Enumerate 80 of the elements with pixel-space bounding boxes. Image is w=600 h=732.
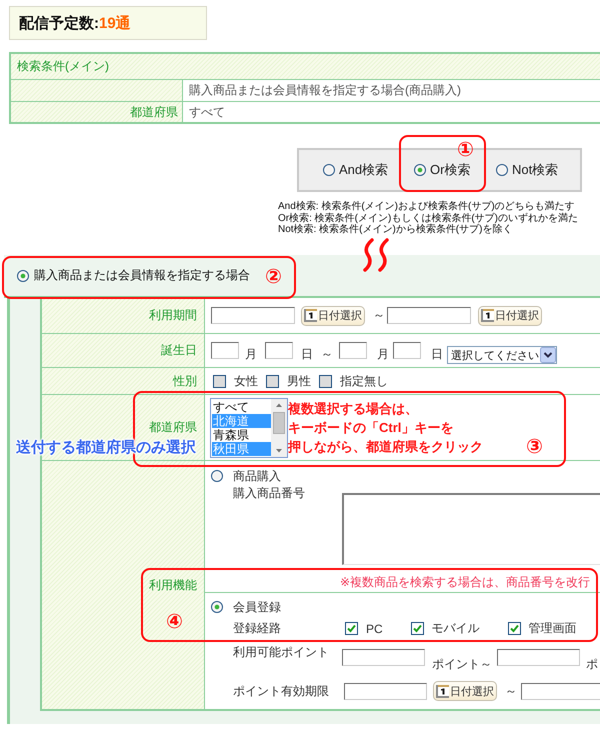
annotation-number: ③ bbox=[526, 436, 543, 458]
field-label: 利用可能ポイント bbox=[233, 645, 329, 659]
range-separator: ～ bbox=[373, 307, 385, 324]
unit-label: 月 bbox=[377, 347, 389, 361]
checkbox-label: PC bbox=[366, 622, 383, 636]
range-separator: ～ bbox=[480, 657, 492, 671]
annotation-number: ① bbox=[457, 139, 474, 161]
mode-description: Not検索: 検索条件(メイン)から検索条件(サブ)を除く bbox=[278, 224, 512, 236]
annotation-number: ④ bbox=[166, 611, 183, 633]
range-separator: ～ bbox=[321, 347, 333, 361]
checkbox[interactable] bbox=[266, 374, 279, 388]
radio-button[interactable] bbox=[414, 164, 426, 176]
points-input[interactable] bbox=[342, 649, 425, 666]
row-label: 誕生日 bbox=[42, 334, 205, 368]
dropdown-select[interactable]: 選択してください bbox=[447, 346, 557, 364]
checkbox[interactable] bbox=[508, 622, 521, 635]
count-value: 19通 bbox=[99, 14, 131, 32]
row-label: 利用期間 bbox=[42, 298, 205, 334]
month-input[interactable] bbox=[211, 342, 239, 359]
radio-label: 会員登録 bbox=[233, 598, 281, 616]
field-label: 購入商品番号 bbox=[233, 486, 305, 500]
radio-label: And検索 bbox=[339, 161, 388, 179]
day-input[interactable] bbox=[265, 342, 293, 359]
calendar-icon bbox=[481, 309, 494, 322]
section-option-label: 購入商品または会員情報を指定する場合 bbox=[34, 267, 250, 284]
date-picker-button[interactable]: 日付選択 bbox=[301, 306, 365, 326]
row-label: 性別 bbox=[42, 368, 205, 395]
mode-description: And検索: 検索条件(メイン)および検索条件(サブ)のどちらも満たす bbox=[278, 201, 575, 212]
wavy-lines-icon bbox=[360, 238, 392, 272]
checkbox-label: 男性 bbox=[287, 372, 311, 390]
radio-button[interactable] bbox=[17, 270, 29, 282]
field-label: ポイント有効期限 bbox=[233, 684, 329, 698]
points-input[interactable] bbox=[497, 649, 580, 666]
table-cell-text: すべて bbox=[188, 104, 226, 120]
table-cell: 購入商品または会員情報を指定する場合(商品購入) bbox=[183, 80, 600, 102]
checkbox-label: 女性 bbox=[234, 372, 258, 390]
table-label: 都道府県 bbox=[11, 102, 183, 122]
radio-label: 商品購入 bbox=[233, 468, 281, 484]
radio-button[interactable] bbox=[211, 601, 223, 613]
radio-label: Not検索 bbox=[512, 161, 558, 179]
date-input[interactable] bbox=[521, 682, 600, 700]
month-input[interactable] bbox=[339, 342, 367, 359]
unit-label: 月 bbox=[245, 347, 257, 361]
count-label: 配信予定数: bbox=[19, 14, 99, 32]
radio-button[interactable] bbox=[211, 470, 223, 482]
annotation-text: 複数選択する場合は、 キーボードの「Ctrl」キーを 押しながら、都道府県をクリック bbox=[288, 400, 483, 456]
vertical-scrollbar[interactable] bbox=[271, 398, 287, 456]
calendar-icon bbox=[436, 684, 449, 698]
prefecture-listbox[interactable]: すべて 北海道 青森県 秋田県 bbox=[210, 398, 288, 458]
unit-label: ポイント bbox=[432, 657, 480, 671]
checkbox-label: 指定無し bbox=[340, 372, 388, 390]
note-text: ※複数商品を検索する場合は、商品番号を改行 bbox=[340, 575, 590, 589]
table-title: 検索条件(メイン) bbox=[11, 54, 600, 80]
list-option[interactable]: すべて bbox=[212, 400, 271, 414]
date-input[interactable] bbox=[344, 682, 427, 700]
day-input[interactable] bbox=[393, 342, 421, 359]
calendar-icon bbox=[304, 309, 317, 322]
checkbox[interactable] bbox=[319, 374, 332, 388]
unit-label: 日 bbox=[301, 347, 313, 361]
checkbox[interactable] bbox=[345, 622, 358, 635]
unit-label: 日 bbox=[431, 347, 443, 361]
field-label: 登録経路 bbox=[233, 621, 281, 635]
radio-label: Or検索 bbox=[430, 161, 470, 179]
mode-description: Or検索: 検索条件(メイン)もしくは検索条件(サブ)のいずれかを満た bbox=[278, 212, 578, 224]
product-number-field[interactable] bbox=[342, 493, 600, 565]
range-separator: ～ bbox=[505, 682, 517, 700]
checkbox-label: モバイル bbox=[432, 620, 480, 637]
date-input[interactable] bbox=[211, 307, 295, 324]
checkbox-label: 管理画面 bbox=[528, 620, 577, 637]
checkbox[interactable] bbox=[213, 374, 226, 388]
chevron-down-icon[interactable] bbox=[540, 347, 556, 363]
date-picker-button[interactable]: 日付選択 bbox=[433, 681, 497, 701]
date-input[interactable] bbox=[387, 307, 471, 324]
unit-label: ポ bbox=[586, 657, 598, 671]
radio-button[interactable] bbox=[323, 164, 335, 176]
annotation-number: ② bbox=[265, 266, 282, 288]
date-picker-button[interactable]: 日付選択 bbox=[478, 306, 542, 326]
list-option[interactable]: 青森県 bbox=[212, 428, 271, 442]
checkbox[interactable] bbox=[410, 622, 424, 635]
radio-button[interactable] bbox=[496, 164, 508, 176]
